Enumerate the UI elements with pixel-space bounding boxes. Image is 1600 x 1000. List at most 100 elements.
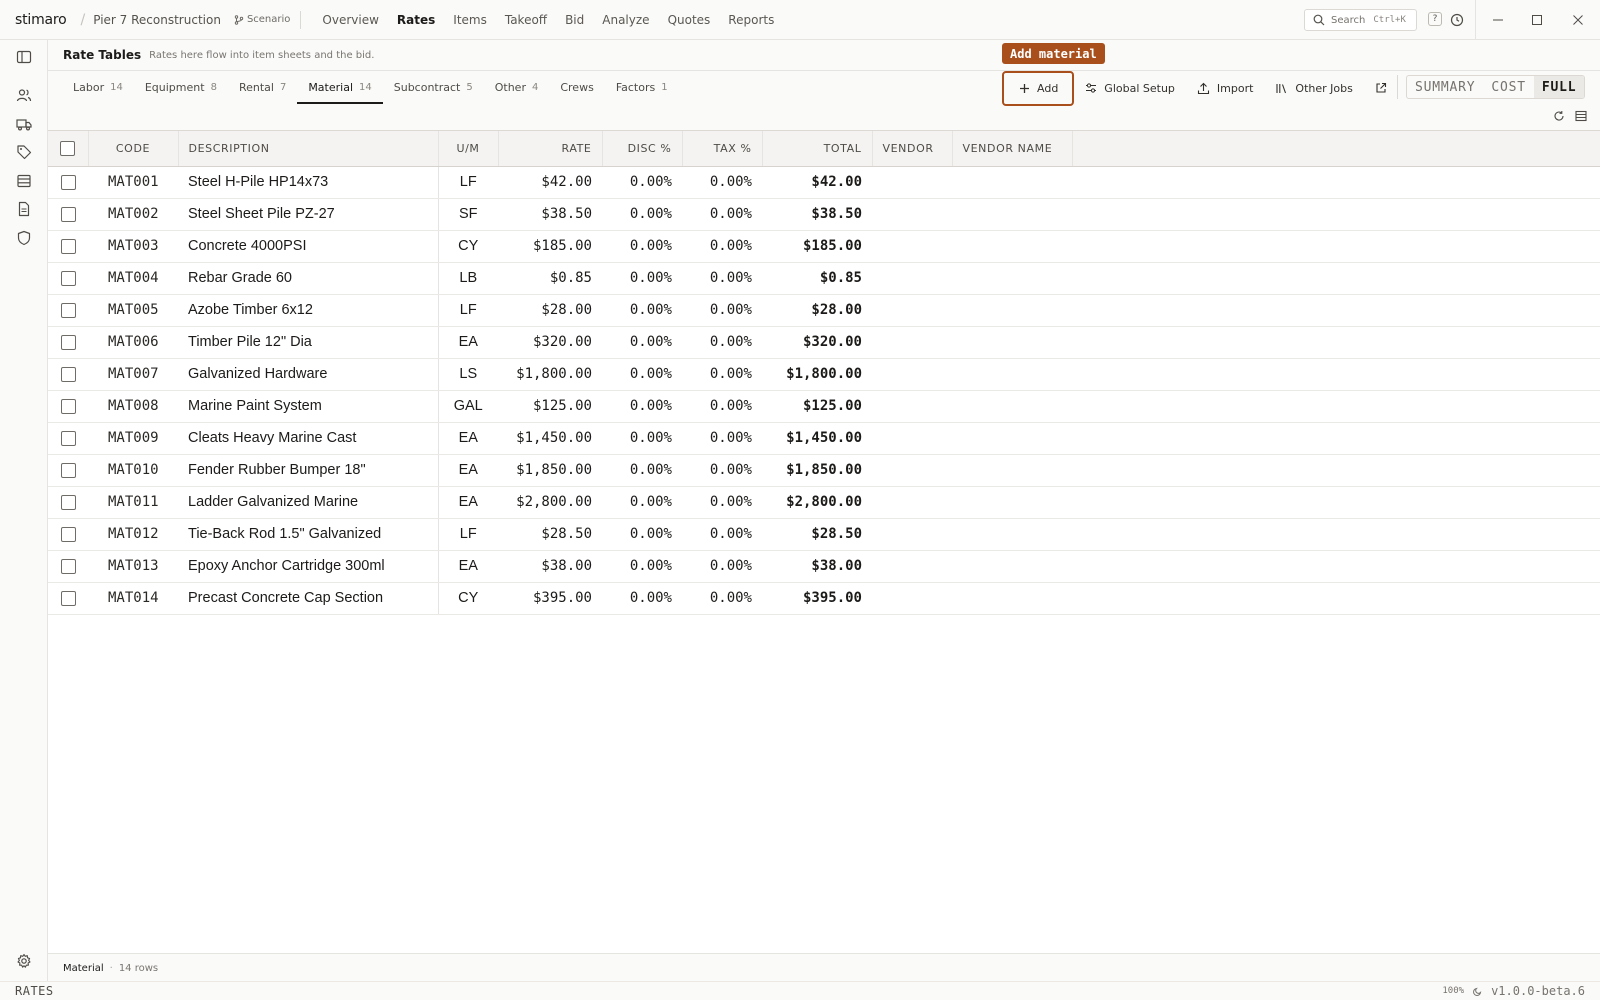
table-row[interactable]: MAT007 Galvanized Hardware LS $1,800.00 0.00…	[48, 358, 1600, 391]
cell-um[interactable]: LF	[437, 166, 498, 199]
table-row[interactable]: MAT010 Fender Rubber Bumper 18" EA $1,850.0…	[48, 454, 1600, 487]
cell-um[interactable]: EA	[437, 454, 498, 487]
tab-material[interactable]: Material 14	[297, 71, 384, 104]
cell-rate[interactable]: $1,450.00	[498, 422, 602, 455]
row-checkbox[interactable]	[60, 366, 76, 382]
cell-code[interactable]: MAT013	[88, 550, 178, 583]
cell-um[interactable]: GAL	[437, 390, 498, 423]
cell-description[interactable]: Cleats Heavy Marine Cast	[178, 422, 438, 455]
cell-description[interactable]: Rebar Grade 60	[178, 262, 438, 295]
cell-vendor[interactable]	[872, 550, 952, 583]
zoom-level[interactable]: 100%	[1442, 986, 1464, 996]
row-checkbox[interactable]	[60, 206, 76, 222]
view-summary[interactable]: SUMMARY	[1407, 76, 1483, 98]
cell-vendor[interactable]	[872, 198, 952, 231]
col-header-vendor-name[interactable]: VENDOR NAME	[952, 131, 1073, 167]
cell-vendor-name[interactable]	[952, 518, 1072, 551]
settings-button[interactable]	[14, 951, 34, 971]
table-row[interactable]: MAT002 Steel Sheet Pile PZ-27 SF $38.50 0.00…	[48, 198, 1600, 231]
nav-takeoff[interactable]: Takeoff	[496, 13, 556, 27]
cell-vendor-name[interactable]	[952, 486, 1072, 519]
search-box[interactable]: Search Ctrl+K	[1304, 9, 1417, 31]
tab-equipment[interactable]: Equipment 8	[134, 71, 228, 104]
cell-description[interactable]: Galvanized Hardware	[178, 358, 438, 391]
cell-disc[interactable]: 0.00%	[602, 518, 682, 551]
cell-um[interactable]: LF	[437, 294, 498, 327]
nav-overview[interactable]: Overview	[313, 13, 388, 27]
col-header-description[interactable]: DESCRIPTION	[178, 131, 439, 167]
col-header-total[interactable]: TOTAL	[762, 131, 873, 167]
table-row[interactable]: MAT009 Cleats Heavy Marine Cast EA $1,450.0…	[48, 422, 1600, 455]
cell-description[interactable]: Azobe Timber 6x12	[178, 294, 438, 327]
nav-bid[interactable]: Bid	[556, 13, 593, 27]
cell-tax[interactable]: 0.00%	[682, 582, 762, 615]
cell-vendor-name[interactable]	[952, 550, 1072, 583]
cell-tax[interactable]: 0.00%	[682, 198, 762, 231]
other-jobs-button[interactable]: Other Jobs	[1264, 71, 1363, 105]
col-header-um[interactable]: U/M	[438, 131, 499, 167]
cell-um[interactable]: EA	[437, 326, 498, 359]
row-checkbox[interactable]	[60, 558, 76, 574]
nav-reports[interactable]: Reports	[719, 13, 783, 27]
cell-description[interactable]: Steel Sheet Pile PZ-27	[178, 198, 438, 231]
minimize-button[interactable]	[1488, 10, 1508, 30]
cell-disc[interactable]: 0.00%	[602, 486, 682, 519]
table-row[interactable]: MAT011 Ladder Galvanized Marine EA $2,800.0…	[48, 486, 1600, 519]
tab-rental[interactable]: Rental 7	[228, 71, 297, 104]
tab-crews[interactable]: Crews	[549, 71, 604, 104]
cell-disc[interactable]: 0.00%	[602, 294, 682, 327]
history-button[interactable]	[1450, 12, 1464, 31]
cell-total[interactable]: $38.00	[762, 550, 872, 583]
view-cost[interactable]: COST	[1483, 76, 1534, 98]
cell-um[interactable]: LF	[437, 518, 498, 551]
cell-total[interactable]: $0.85	[762, 262, 872, 295]
cell-tax[interactable]: 0.00%	[682, 294, 762, 327]
table-row[interactable]: MAT006 Timber Pile 12" Dia EA $320.00 0.00% 0…	[48, 326, 1600, 359]
cell-um[interactable]: EA	[437, 422, 498, 455]
cell-rate[interactable]: $185.00	[498, 230, 602, 263]
col-header-tax[interactable]: TAX %	[682, 131, 763, 167]
help-button[interactable]: ?	[1428, 12, 1442, 26]
cell-disc[interactable]: 0.00%	[602, 582, 682, 615]
sidebar-item-tables[interactable]	[14, 171, 34, 191]
table-row[interactable]: MAT012 Tie-Back Rod 1.5" Galvanized LF $28.…	[48, 518, 1600, 551]
table-row[interactable]: MAT003 Concrete 4000PSI CY $185.00 0.00% 0.00…	[48, 230, 1600, 263]
row-checkbox[interactable]	[60, 334, 76, 350]
cell-code[interactable]: MAT011	[88, 486, 178, 519]
cell-rate[interactable]: $1,800.00	[498, 358, 602, 391]
row-checkbox[interactable]	[60, 238, 76, 254]
nav-items[interactable]: Items	[444, 13, 496, 27]
cell-vendor-name[interactable]	[952, 582, 1072, 615]
cell-disc[interactable]: 0.00%	[602, 166, 682, 199]
cell-description[interactable]: Marine Paint System	[178, 390, 438, 423]
close-button[interactable]	[1568, 10, 1588, 30]
cell-total[interactable]: $1,450.00	[762, 422, 872, 455]
cell-tax[interactable]: 0.00%	[682, 358, 762, 391]
toggle-sidebar-button[interactable]	[14, 47, 34, 67]
cell-vendor[interactable]	[872, 518, 952, 551]
cell-description[interactable]: Timber Pile 12" Dia	[178, 326, 438, 359]
cell-total[interactable]: $185.00	[762, 230, 872, 263]
row-checkbox[interactable]	[60, 430, 76, 446]
row-checkbox[interactable]	[60, 174, 76, 190]
cell-vendor[interactable]	[872, 358, 952, 391]
col-header-vendor[interactable]: VENDOR	[872, 131, 953, 167]
cell-code[interactable]: MAT002	[88, 198, 178, 231]
row-checkbox[interactable]	[60, 526, 76, 542]
cell-code[interactable]: MAT001	[88, 166, 178, 199]
cell-total[interactable]: $28.50	[762, 518, 872, 551]
cell-total[interactable]: $320.00	[762, 326, 872, 359]
cell-description[interactable]: Precast Concrete Cap Section	[178, 582, 438, 615]
cell-um[interactable]: CY	[437, 582, 498, 615]
tab-factors[interactable]: Factors 1	[605, 71, 679, 104]
cell-tax[interactable]: 0.00%	[682, 454, 762, 487]
cell-vendor[interactable]	[872, 326, 952, 359]
cell-rate[interactable]: $28.00	[498, 294, 602, 327]
cell-total[interactable]: $2,800.00	[762, 486, 872, 519]
cell-rate[interactable]: $1,850.00	[498, 454, 602, 487]
sidebar-item-people[interactable]	[14, 85, 34, 105]
refresh-icon[interactable]	[1553, 110, 1565, 122]
cell-vendor-name[interactable]	[952, 422, 1072, 455]
cell-tax[interactable]: 0.00%	[682, 262, 762, 295]
row-checkbox[interactable]	[60, 398, 76, 414]
